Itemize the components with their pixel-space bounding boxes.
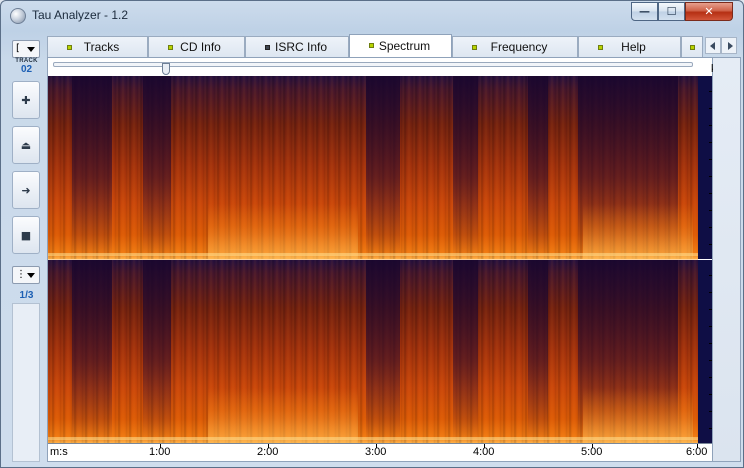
spectrum-panel: kHz 20 18 16 14 12 10 8 6 4 2 xyxy=(47,57,730,462)
frequency-scale-bar xyxy=(698,260,712,443)
stop-button[interactable]: ■ xyxy=(12,216,40,254)
time-axis-label: m:s xyxy=(50,446,68,458)
tab-scroll-left-button[interactable] xyxy=(705,37,721,54)
app-icon xyxy=(10,8,26,24)
track-dropdown[interactable]: [ xyxy=(12,40,40,58)
slider-thumb[interactable] xyxy=(162,63,170,75)
track-number: 02 xyxy=(20,64,33,75)
tab-cd-info[interactable]: CD Info xyxy=(148,36,245,57)
left-toolbar: [ TRACK 02 ✚ ⏏ ➜ ■ ⋮ 1/3 xyxy=(10,34,43,462)
tab-scroll-right-button[interactable] xyxy=(721,37,737,54)
add-icon: ✚ xyxy=(21,93,31,107)
title-bar[interactable]: Tau Analyzer - 1.2 — ☐ ✕ xyxy=(1,1,743,31)
add-button[interactable]: ✚ xyxy=(12,81,40,119)
right-gutter xyxy=(713,57,741,462)
tab-tracks[interactable]: Tracks xyxy=(47,36,148,57)
next-button[interactable]: ➜ xyxy=(12,171,40,209)
time-axis: m:s 1:00 2:00 3:00 4:00 5:00 6:00 xyxy=(48,443,712,461)
stop-icon: ■ xyxy=(20,228,32,242)
tab-strip: Tracks CD Info ISRC Info Spectrum Freque… xyxy=(47,34,741,57)
chevron-down-icon xyxy=(27,273,35,278)
channel-dropdown[interactable]: ⋮ xyxy=(12,266,40,284)
eject-icon: ⏏ xyxy=(20,138,32,152)
channel-value: 1/3 xyxy=(19,290,34,301)
position-slider[interactable] xyxy=(53,62,693,75)
eject-button[interactable]: ⏏ xyxy=(12,126,40,164)
app-window: Tau Analyzer - 1.2 — ☐ ✕ [ TRACK 02 ✚ ⏏ … xyxy=(0,0,744,468)
status-led-icon xyxy=(690,45,695,50)
tab-isrc-info[interactable]: ISRC Info xyxy=(245,36,349,57)
chevron-right-icon xyxy=(728,42,733,50)
tab-overflow[interactable] xyxy=(681,36,703,57)
window-title: Tau Analyzer - 1.2 xyxy=(32,8,129,22)
spectrogram-right-channel[interactable] xyxy=(48,260,698,443)
frequency-scale-bar xyxy=(698,76,712,259)
tab-help[interactable]: Help xyxy=(578,36,681,57)
chevron-down-icon xyxy=(27,47,35,52)
spectrogram-left-channel[interactable] xyxy=(48,76,698,259)
arrow-icon: ➜ xyxy=(21,183,31,197)
tab-frequency[interactable]: Frequency xyxy=(452,36,578,57)
tab-spectrum[interactable]: Spectrum xyxy=(349,34,452,57)
maximize-button[interactable]: ☐ xyxy=(658,2,685,21)
toolbar-panel xyxy=(12,303,40,462)
close-button[interactable]: ✕ xyxy=(685,2,733,21)
minimize-button[interactable]: — xyxy=(631,2,658,21)
chevron-left-icon xyxy=(710,42,715,50)
